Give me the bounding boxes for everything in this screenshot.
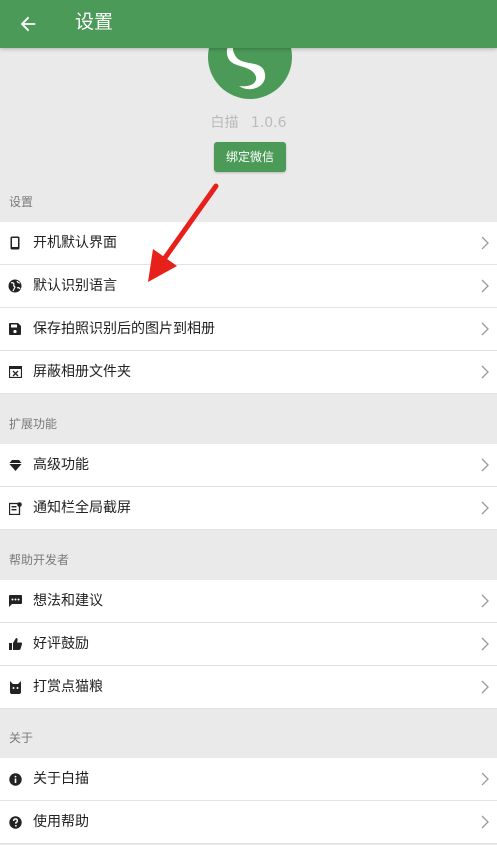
settings-item-notification-screenshot[interactable]: 通知栏全局截屏	[0, 487, 497, 530]
app-logo	[207, 48, 293, 100]
globe-icon	[8, 279, 22, 293]
chevron-right-icon	[481, 322, 489, 336]
section-header: 设置	[0, 182, 497, 222]
settings-item-help[interactable]: 使用帮助	[0, 801, 497, 844]
chevron-right-icon	[481, 772, 489, 786]
chevron-right-icon	[481, 279, 489, 293]
item-label: 好评鼓励	[33, 636, 89, 652]
thumbs-up-icon	[8, 637, 22, 651]
app-name: 白描	[210, 115, 239, 131]
settings-item-advanced[interactable]: 高级功能	[0, 444, 497, 487]
settings-item-donate[interactable]: 打赏点猫粮	[0, 666, 497, 709]
section-about: 关于 关于白描 使用帮助	[0, 718, 497, 844]
back-button[interactable]	[12, 8, 44, 40]
settings-item-rate-app[interactable]: 好评鼓励	[0, 623, 497, 666]
settings-item-feedback[interactable]: 想法和建议	[0, 580, 497, 623]
hidden-folder-icon	[8, 365, 22, 379]
app-profile: 白描 1.0.6 绑定微信	[0, 48, 497, 182]
item-label: 通知栏全局截屏	[33, 500, 131, 516]
section-settings: 设置 开机默认界面 默认识别语言 保存拍照识别后的图片到相册 屏蔽相册文件夹	[0, 182, 497, 394]
arrow-left-icon	[20, 16, 36, 32]
save-icon	[8, 322, 22, 336]
item-label: 打赏点猫粮	[33, 679, 103, 695]
chevron-right-icon	[481, 680, 489, 694]
info-icon	[8, 772, 22, 786]
section-help-developer: 帮助开发者 想法和建议 好评鼓励 打赏点猫粮	[0, 540, 497, 709]
section-header: 帮助开发者	[0, 540, 497, 580]
chevron-right-icon	[481, 594, 489, 608]
section-header: 关于	[0, 718, 497, 758]
item-label: 开机默认界面	[33, 235, 117, 251]
settings-item-startup-screen[interactable]: 开机默认界面	[0, 222, 497, 265]
item-label: 保存拍照识别后的图片到相册	[33, 321, 215, 337]
app-name-version: 白描 1.0.6	[0, 114, 497, 132]
chevron-right-icon	[481, 236, 489, 250]
item-label: 默认识别语言	[33, 278, 117, 294]
section-extensions: 扩展功能 高级功能 通知栏全局截屏	[0, 404, 497, 530]
phone-icon	[8, 236, 22, 250]
diamond-icon	[8, 458, 22, 472]
item-label: 使用帮助	[33, 814, 89, 830]
settings-item-hide-album-folders[interactable]: 屏蔽相册文件夹	[0, 351, 497, 394]
item-label: 高级功能	[33, 457, 89, 473]
chevron-right-icon	[481, 458, 489, 472]
feedback-icon	[8, 594, 22, 608]
item-label: 想法和建议	[33, 593, 103, 609]
app-version: 1.0.6	[250, 115, 287, 131]
chevron-right-icon	[481, 501, 489, 515]
item-label: 关于白描	[33, 771, 89, 787]
item-label: 屏蔽相册文件夹	[33, 364, 131, 380]
chevron-right-icon	[481, 365, 489, 379]
settings-item-save-photos[interactable]: 保存拍照识别后的图片到相册	[0, 308, 497, 351]
chevron-right-icon	[481, 637, 489, 651]
settings-item-default-language[interactable]: 默认识别语言	[0, 265, 497, 308]
page-title: 设置	[75, 11, 114, 33]
section-header: 扩展功能	[0, 404, 497, 444]
notification-screenshot-icon	[8, 501, 22, 515]
chevron-right-icon	[481, 815, 489, 829]
bind-wechat-button[interactable]: 绑定微信	[214, 142, 286, 172]
settings-item-about[interactable]: 关于白描	[0, 758, 497, 801]
cat-icon	[8, 680, 22, 694]
help-icon	[8, 815, 22, 829]
app-bar: 设置	[0, 0, 497, 48]
